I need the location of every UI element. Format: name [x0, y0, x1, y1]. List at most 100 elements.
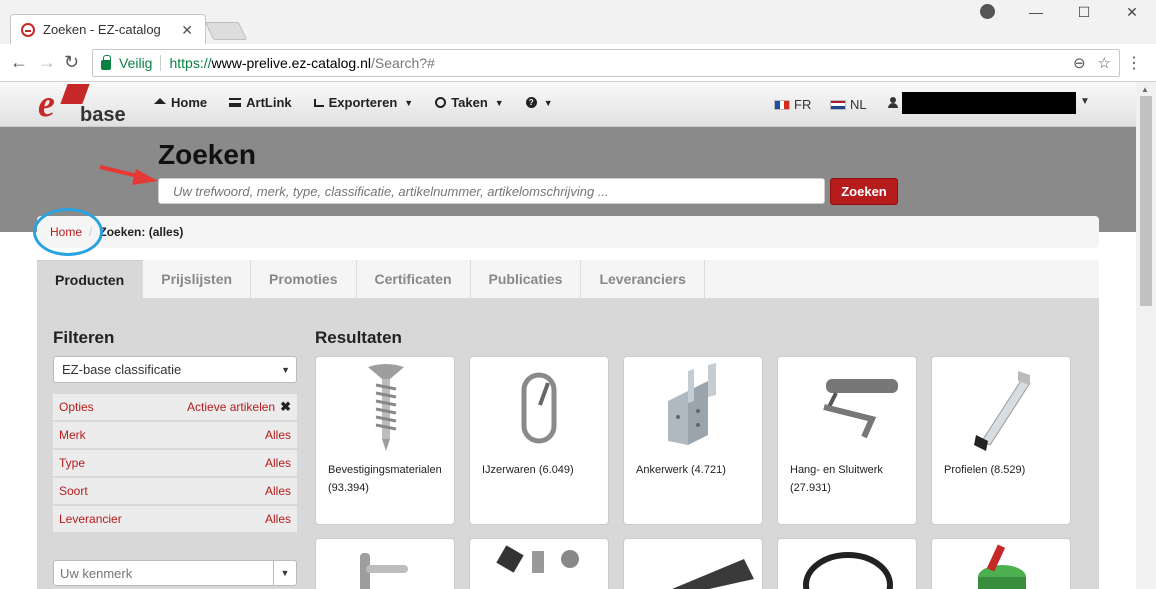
- carabiner-icon: [521, 372, 557, 444]
- browser-tab[interactable]: Zoeken - EZ-catalog ✕: [10, 14, 206, 44]
- classification-select[interactable]: EZ-base classificatie ▼: [53, 356, 297, 383]
- export-icon: [313, 98, 324, 107]
- annotation-arrow-icon: [99, 165, 158, 185]
- bracket-icon: [668, 363, 716, 445]
- nav-artlink[interactable]: ArtLink: [229, 95, 292, 110]
- caret-down-icon[interactable]: ▼: [1080, 96, 1090, 107]
- filter-list: Opties Actieve artikelen ✖ Merk Alles Typ…: [53, 394, 297, 534]
- address-bar[interactable]: Veilig https:// www-prelive.ez-catalog.n…: [92, 49, 1120, 77]
- search-input[interactable]: [158, 178, 825, 204]
- minimize-icon[interactable]: —: [1012, 0, 1060, 24]
- category-card[interactable]: [469, 538, 609, 589]
- url-scheme: https://: [169, 55, 212, 71]
- tab-title: Zoeken - EZ-catalog: [43, 22, 161, 37]
- main-nav: Home ArtLink Exporteren ▼ Taken ▼ ? ▼: [154, 95, 553, 110]
- tab-promoties[interactable]: Promoties: [251, 260, 357, 298]
- category-card[interactable]: Profielen (8.529): [931, 356, 1071, 525]
- list-icon: [229, 98, 242, 107]
- flag-nl-icon: [830, 99, 846, 110]
- tab-content: Filteren EZ-base classificatie ▼ Opties …: [37, 298, 1099, 589]
- hose-coil-icon: [803, 552, 893, 589]
- filter-row-merk[interactable]: Merk Alles: [53, 422, 297, 448]
- new-tab-button[interactable]: [204, 22, 248, 40]
- scroll-up-icon[interactable]: ▲: [1141, 85, 1149, 94]
- url-host: www-prelive.ez-catalog.nl: [211, 55, 372, 71]
- nav-exporteren[interactable]: Exporteren ▼: [313, 95, 414, 110]
- hardware-parts-icon: [496, 545, 579, 573]
- help-icon: ?: [525, 97, 537, 108]
- nav-help[interactable]: ? ▼: [525, 95, 553, 110]
- caret-down-icon: ▼: [404, 97, 414, 108]
- lang-nl[interactable]: NL: [830, 97, 867, 112]
- kenmerk-field: ▼: [53, 560, 297, 586]
- nav-home[interactable]: Home: [154, 95, 207, 110]
- profile-icon: [974, 371, 1031, 451]
- lock-icon: [101, 55, 111, 70]
- filter-title: Filteren: [53, 328, 115, 347]
- kenmerk-input[interactable]: [54, 561, 273, 585]
- caret-down-icon: ▼: [494, 97, 504, 108]
- kenmerk-dropdown-button[interactable]: ▼: [273, 561, 296, 585]
- roll-material-icon: [672, 559, 754, 589]
- tab-producten[interactable]: Producten: [37, 260, 144, 298]
- caret-down-icon: ▼: [281, 365, 290, 375]
- home-icon: [154, 97, 166, 104]
- forward-arrow-icon[interactable]: →: [38, 52, 56, 73]
- door-closer-icon: [823, 379, 898, 439]
- caret-down-icon: ▼: [543, 97, 553, 108]
- paint-bucket-icon: [978, 544, 1026, 589]
- user-icon: [888, 97, 898, 108]
- flag-fr-icon: [774, 99, 790, 110]
- user-menu-redacted[interactable]: [902, 92, 1076, 114]
- zoom-icon[interactable]: ⊖: [1073, 54, 1086, 72]
- lang-fr[interactable]: FR: [774, 97, 811, 112]
- door-handle-icon: [360, 553, 408, 589]
- ez-favicon-icon: [21, 22, 35, 37]
- filter-row-leverancier[interactable]: Leverancier Alles: [53, 506, 297, 532]
- tab-prijslijsten[interactable]: Prijslijsten: [143, 260, 252, 298]
- breadcrumb-current: Zoeken: (alles): [99, 225, 184, 239]
- category-card[interactable]: [931, 538, 1071, 589]
- bookmark-star-icon[interactable]: ☆: [1098, 54, 1111, 72]
- category-card[interactable]: [315, 538, 455, 589]
- secure-label: Veilig: [119, 55, 153, 71]
- page-scrollbar[interactable]: ▲: [1136, 82, 1156, 589]
- browser-menu-icon[interactable]: ⋮: [1126, 53, 1142, 73]
- site-header: e base Home ArtLink Exporteren ▼ Taken ▼ ?…: [0, 82, 1136, 127]
- annotation-circle: [33, 208, 103, 256]
- profile-icon[interactable]: [980, 4, 995, 19]
- search-button[interactable]: Zoeken: [830, 178, 898, 205]
- url-path: /Search?#: [371, 55, 435, 71]
- tab-publicaties[interactable]: Publicaties: [471, 260, 582, 298]
- category-card[interactable]: Ankerwerk (4.721): [623, 356, 763, 525]
- category-card[interactable]: [623, 538, 763, 589]
- browser-toolbar: ← → ↻ Veilig https:// www-prelive.ez-cat…: [0, 44, 1156, 82]
- category-card[interactable]: [777, 538, 917, 589]
- window-close-icon[interactable]: ✕: [1108, 0, 1156, 24]
- filter-row-type[interactable]: Type Alles: [53, 450, 297, 476]
- result-tabs: Producten Prijslijsten Promoties Certifi…: [37, 260, 1099, 298]
- maximize-icon[interactable]: ☐: [1060, 0, 1108, 24]
- screw-icon: [368, 364, 404, 451]
- breadcrumb: Home / Zoeken: (alles): [37, 216, 1099, 248]
- reload-icon[interactable]: ↻: [64, 52, 79, 73]
- remove-filter-icon[interactable]: ✖: [280, 399, 291, 415]
- results-title: Resultaten: [315, 328, 402, 347]
- tab-leveranciers[interactable]: Leveranciers: [581, 260, 705, 298]
- browser-tabstrip: Zoeken - EZ-catalog ✕ — ☐ ✕: [0, 0, 1156, 44]
- ez-base-logo[interactable]: e base: [36, 84, 126, 128]
- category-card[interactable]: Hang- en Sluitwerk (27.931): [777, 356, 917, 525]
- page-title: Zoeken: [158, 139, 257, 170]
- tab-certificaten[interactable]: Certificaten: [357, 260, 471, 298]
- filter-row-soort[interactable]: Soort Alles: [53, 478, 297, 504]
- filter-row-opties[interactable]: Opties Actieve artikelen ✖: [53, 394, 297, 420]
- category-card[interactable]: IJzerwaren (6.049): [469, 356, 609, 525]
- close-icon[interactable]: ✕: [181, 22, 193, 39]
- category-card[interactable]: Bevestigingsmaterialen (93.394): [315, 356, 455, 525]
- clock-icon: [435, 97, 447, 108]
- scroll-thumb[interactable]: [1140, 96, 1152, 306]
- nav-taken[interactable]: Taken ▼: [435, 95, 504, 110]
- page: e base Home ArtLink Exporteren ▼ Taken ▼ ?…: [0, 82, 1136, 589]
- window-controls: — ☐ ✕: [1012, 0, 1156, 24]
- back-arrow-icon[interactable]: ←: [10, 52, 28, 73]
